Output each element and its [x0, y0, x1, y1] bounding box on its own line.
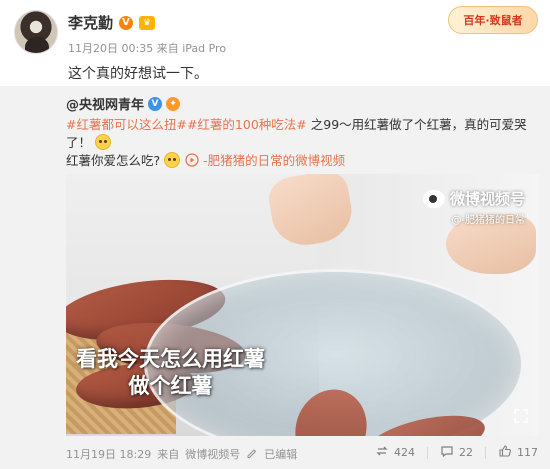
decor-badge: 百年·致鼠者	[448, 6, 538, 34]
verified-blue-icon: V	[148, 96, 163, 111]
video-caption: 看我今天怎么用红薯 做个红薯	[76, 346, 265, 400]
retweet-time[interactable]: 11月19日 18:29	[66, 446, 151, 462]
emoji-icon	[95, 134, 111, 150]
post-source[interactable]: iPad Pro	[182, 42, 226, 55]
video-caption-line2: 做个红薯	[128, 374, 213, 398]
author-avatar[interactable]	[14, 10, 58, 54]
divider	[485, 446, 486, 459]
like-icon	[498, 444, 512, 461]
watermark-sub: @-肥猪猪的日常	[451, 215, 525, 226]
comment-count: 22	[459, 446, 473, 459]
repost-button[interactable]: 424	[375, 444, 415, 461]
retweet-source-prefix: 来自	[157, 448, 180, 461]
hashtag-link[interactable]: #红薯都可以这么扭#	[66, 117, 187, 132]
video-caption-line1: 看我今天怎么用红薯	[76, 347, 265, 371]
post-source-prefix: 来自	[156, 42, 179, 55]
comment-button[interactable]: 22	[440, 444, 473, 461]
retweet-question-row: 红薯你爱怎么吃? -肥猪猪的日常的微博视频	[66, 150, 345, 169]
author-name[interactable]: 李克勤	[68, 12, 113, 33]
hashtag-link[interactable]: #红薯的100种吃法#	[187, 117, 307, 132]
watermark-title: 微博视频号	[449, 190, 525, 208]
retweet-card: @央视网青年 V ✦ #红薯都可以这么扭##红薯的100种吃法# 之99～用红薯…	[0, 86, 550, 469]
video-watermark: 微博视频号 @-肥猪猪的日常	[422, 188, 525, 226]
weibo-logo-icon	[422, 189, 445, 208]
video-link-icon	[184, 152, 199, 167]
retweet-user: @央视网青年 V ✦	[66, 94, 181, 113]
video-player[interactable]: 微博视频号 @-肥猪猪的日常 看我今天怎么用红薯 做个红薯	[66, 174, 539, 436]
post-text: 这个真的好想试一下。	[68, 66, 208, 82]
retweet-source[interactable]: 微博视频号	[185, 446, 240, 462]
retweet-text: #红薯都可以这么扭##红薯的100种吃法# 之99～用红薯做了个红薯，真的可爱哭…	[66, 116, 536, 152]
retweet-actions: 424 22 117	[375, 444, 538, 461]
emoji-icon	[164, 151, 181, 168]
post-meta: 11月20日 00:35 来自 iPad Pro	[68, 40, 226, 56]
edit-icon	[246, 447, 258, 462]
repost-count: 424	[394, 446, 415, 459]
comment-icon	[440, 444, 454, 461]
video-link[interactable]: -肥猪猪的日常的微博视频	[203, 150, 345, 169]
vip-flame-icon: ✦	[166, 96, 181, 111]
post-time[interactable]: 11月20日 00:35	[68, 42, 153, 55]
vip-crown-icon: ♛	[139, 15, 156, 30]
retweet-question: 红薯你爱怎么吃?	[66, 153, 161, 168]
fullscreen-icon[interactable]	[513, 408, 529, 424]
like-button[interactable]: 117	[498, 444, 538, 461]
divider	[427, 446, 428, 459]
author-header: 李克勤 V ♛	[68, 12, 156, 33]
verified-v-icon: V	[119, 15, 134, 30]
retweet-user-name[interactable]: @央视网青年	[66, 94, 144, 113]
repost-icon	[375, 444, 389, 461]
edited-label[interactable]: 已编辑	[264, 446, 297, 462]
like-count: 117	[517, 446, 538, 459]
retweet-footer-meta: 11月19日 18:29 来自 微博视频号 已编辑	[66, 446, 297, 462]
